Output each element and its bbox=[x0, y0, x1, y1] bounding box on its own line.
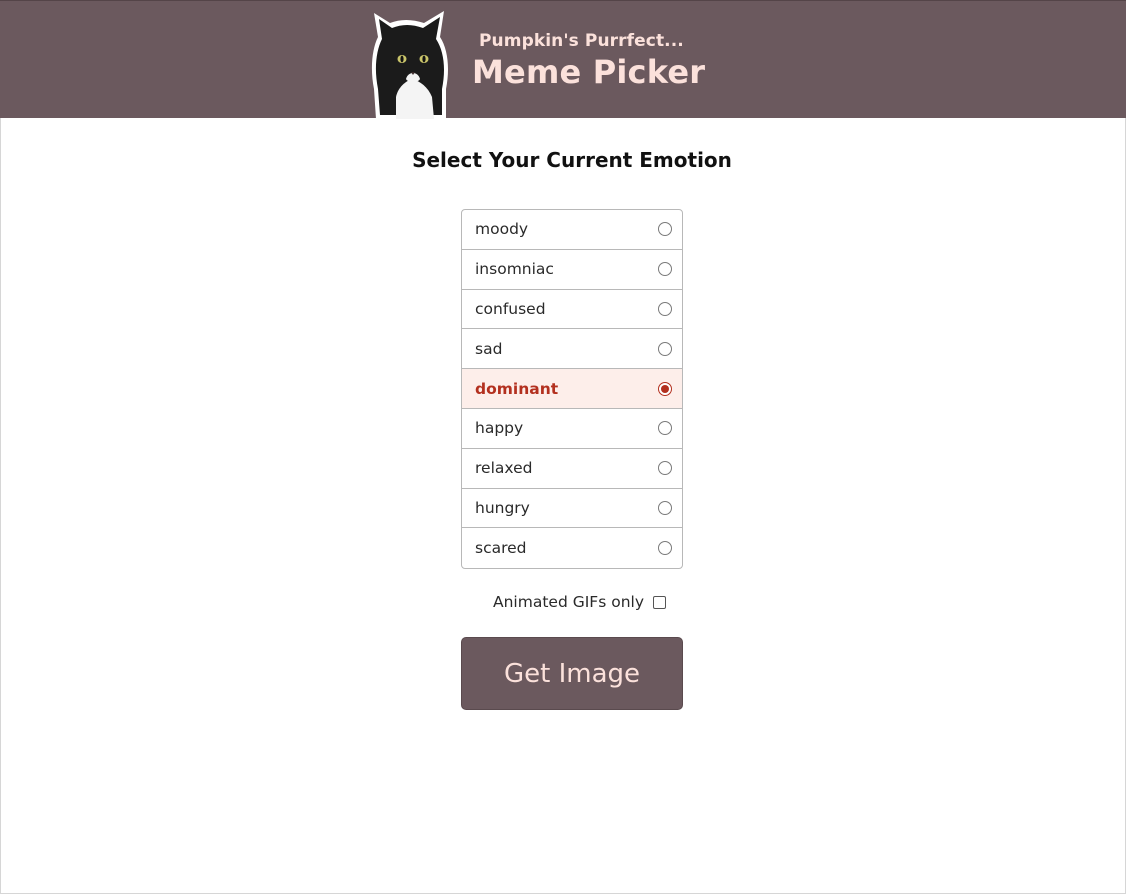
emotion-radio-list: moody insomniac confused sad dominant ha… bbox=[461, 209, 683, 570]
emotion-option-dominant[interactable]: dominant bbox=[462, 369, 682, 409]
emotion-option-label: hungry bbox=[475, 498, 530, 517]
get-image-button[interactable]: Get Image bbox=[461, 637, 683, 710]
emotion-option-insomniac[interactable]: insomniac bbox=[462, 250, 682, 290]
emotion-option-hungry[interactable]: hungry bbox=[462, 489, 682, 529]
emotion-option-sad[interactable]: sad bbox=[462, 329, 682, 370]
header-title: Meme Picker bbox=[472, 53, 706, 91]
emotion-option-label: confused bbox=[475, 299, 546, 318]
radio-button[interactable] bbox=[658, 262, 672, 277]
emotion-option-relaxed[interactable]: relaxed bbox=[462, 449, 682, 489]
emotion-option-moody[interactable]: moody bbox=[462, 210, 682, 250]
emotion-option-label: happy bbox=[475, 419, 524, 438]
radio-button[interactable] bbox=[658, 341, 672, 356]
gifs-only-checkbox[interactable] bbox=[653, 595, 666, 609]
emotion-option-label: scared bbox=[475, 539, 527, 558]
radio-button[interactable] bbox=[658, 301, 672, 316]
radio-button[interactable] bbox=[658, 222, 672, 237]
radio-button[interactable] bbox=[658, 421, 672, 436]
emotion-option-label: moody bbox=[475, 220, 529, 239]
emotion-option-label: insomniac bbox=[475, 260, 554, 279]
gifs-only-row: Animated GIFs only bbox=[493, 592, 666, 612]
emotion-option-label: sad bbox=[475, 339, 503, 358]
emotion-option-label: relaxed bbox=[475, 459, 533, 478]
gifs-only-label: Animated GIFs only bbox=[493, 593, 644, 611]
cat-icon bbox=[371, 11, 448, 119]
header-subtitle: Pumpkin's Purrfect... bbox=[479, 31, 684, 51]
site-header: Pumpkin's Purrfect... Meme Picker bbox=[0, 0, 1126, 119]
emotion-option-confused[interactable]: confused bbox=[462, 290, 682, 330]
emotion-option-label: dominant bbox=[475, 379, 559, 398]
emotion-option-happy[interactable]: happy bbox=[462, 409, 682, 449]
radio-button[interactable] bbox=[658, 541, 672, 556]
emotion-heading: Select Your Current Emotion bbox=[412, 148, 732, 172]
emotion-option-scared[interactable]: scared bbox=[462, 528, 682, 568]
radio-button-selected[interactable] bbox=[658, 381, 672, 396]
radio-button[interactable] bbox=[658, 461, 672, 476]
radio-button[interactable] bbox=[658, 500, 672, 515]
